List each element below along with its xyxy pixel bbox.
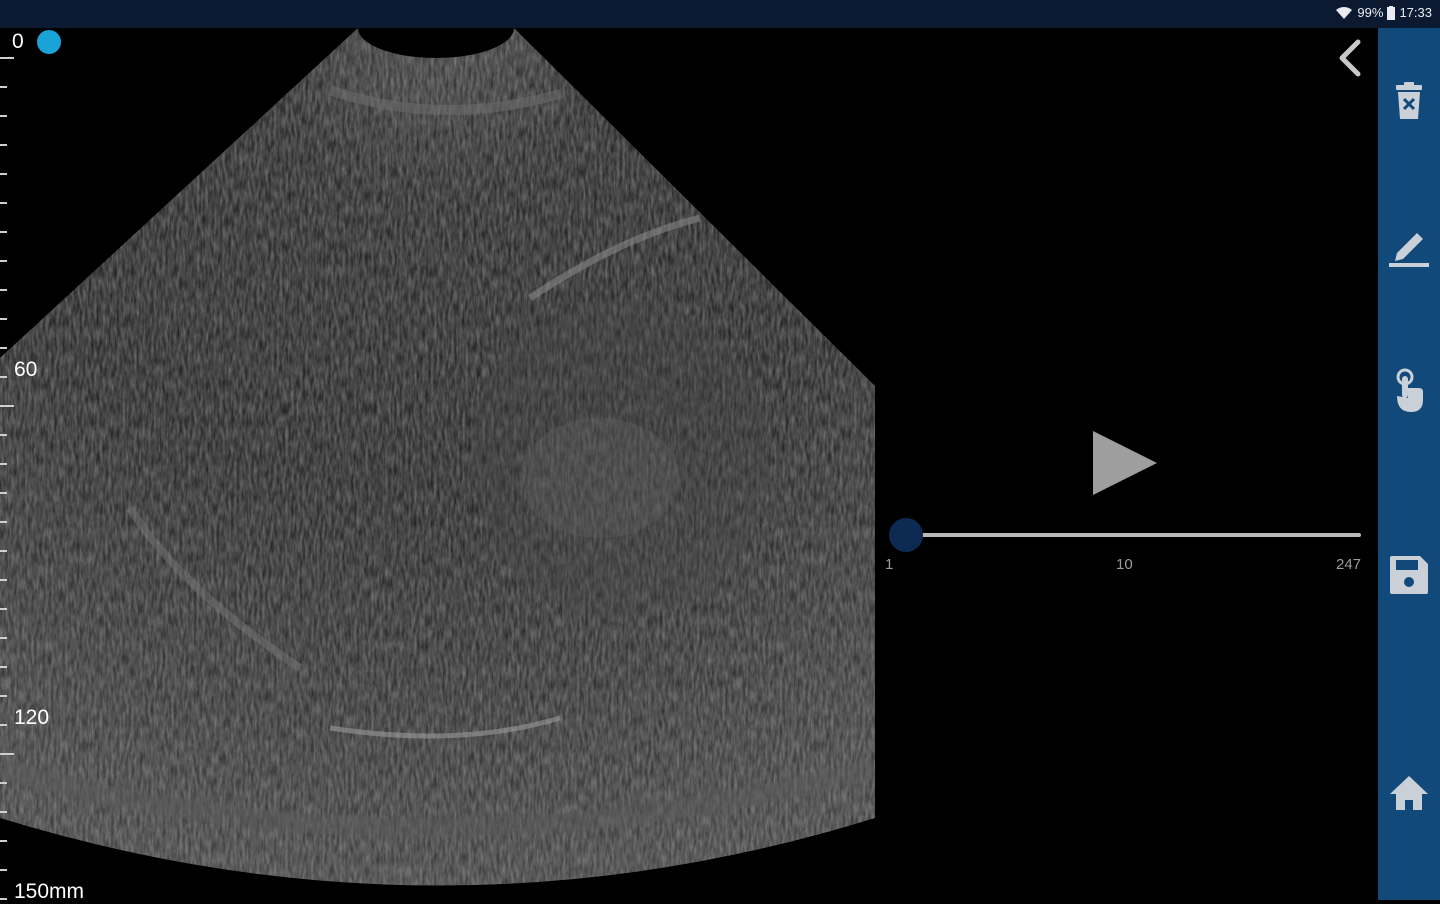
right-toolbar — [1378, 28, 1440, 900]
annotate-button[interactable] — [1378, 210, 1440, 280]
delete-button[interactable] — [1378, 66, 1440, 136]
frame-slider-mid-label: 10 — [1116, 556, 1133, 573]
depth-label-120: 120 — [14, 706, 50, 729]
ultrasound-viewport — [0, 28, 1378, 900]
frame-slider-min-label: 1 — [885, 556, 894, 573]
battery-percentage: 99% — [1357, 5, 1384, 20]
delete-icon — [1396, 82, 1422, 119]
depth-label-150mm: 150mm — [14, 880, 85, 903]
status-bar: 99% 17:33 — [0, 0, 1440, 28]
touch-hand-icon — [1396, 368, 1423, 412]
play-button[interactable] — [1085, 425, 1165, 505]
save-floppy-icon — [1390, 556, 1428, 594]
battery-icon — [1387, 5, 1396, 20]
chevron-left-icon — [1339, 39, 1361, 77]
play-icon — [1093, 431, 1157, 495]
frame-slider-knob[interactable] — [889, 518, 923, 552]
depth-scale: 0 60 120 150mm — [0, 28, 120, 903]
frame-slider-max-label: 247 — [1336, 556, 1362, 573]
ultrasound-image — [0, 28, 875, 886]
focus-indicator-dot — [37, 30, 61, 54]
frame-slider-track[interactable] — [906, 533, 1361, 537]
touch-button[interactable] — [1378, 356, 1440, 426]
status-indicators: 99% 17:33 — [1335, 5, 1432, 20]
clock-time: 17:33 — [1399, 5, 1432, 20]
home-icon — [1390, 776, 1428, 810]
save-button[interactable] — [1378, 540, 1440, 610]
depth-scale-ticks — [0, 57, 14, 900]
depth-label-60: 60 — [14, 358, 38, 381]
back-button[interactable] — [1330, 36, 1370, 80]
wifi-icon — [1336, 6, 1353, 19]
annotate-pen-icon — [1389, 233, 1429, 267]
depth-label-0: 0 — [12, 30, 24, 53]
home-button[interactable] — [1378, 758, 1440, 828]
